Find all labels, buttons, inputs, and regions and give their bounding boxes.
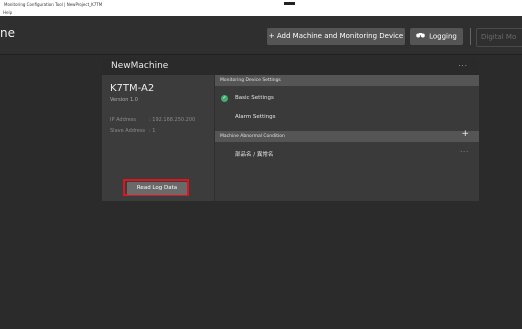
card-header: NewMachine ··· bbox=[102, 59, 478, 75]
basic-settings-item[interactable]: Basic Settings bbox=[235, 95, 274, 101]
machine-name: NewMachine bbox=[111, 61, 169, 71]
alarm-settings-item[interactable]: Alarm Settings bbox=[235, 114, 276, 120]
settings-panel: Monitoring Device Settings ✓ Basic Setti… bbox=[214, 75, 479, 201]
slave-address-label: Slave Address bbox=[110, 128, 146, 134]
abnormal-condition-title: Machine Abnormal Condition bbox=[220, 134, 285, 139]
monitoring-settings-title: Monitoring Device Settings bbox=[220, 78, 281, 83]
machine-card: NewMachine ··· K7TM-A2 Version 1.0 IP Ad… bbox=[102, 59, 479, 201]
machine-more-icon[interactable]: ··· bbox=[458, 62, 468, 70]
ip-address-label: IP Address bbox=[110, 117, 136, 123]
ip-address-value: : 192.168.250.200 bbox=[149, 117, 196, 123]
abnormal-condition-item[interactable]: 部品名 / 異常名 bbox=[235, 150, 273, 158]
window-title: Monitoring Configuration Tool | NewProje… bbox=[4, 2, 103, 7]
minimize-button[interactable] bbox=[284, 2, 295, 5]
add-machine-button[interactable]: + Add Machine and Monitoring Device bbox=[267, 28, 405, 45]
slave-address-value: : 1 bbox=[149, 128, 156, 134]
monitoring-settings-header: Monitoring Device Settings bbox=[215, 75, 479, 86]
ip-address-row: IP Address : 192.168.250.200 bbox=[110, 117, 195, 123]
device-model: K7TM-A2 bbox=[110, 83, 155, 94]
menu-bar: Help bbox=[0, 9, 522, 16]
abnormal-condition-header: Machine Abnormal Condition + bbox=[215, 129, 479, 142]
digital-monitor-button[interactable]: Digital Mo bbox=[476, 28, 522, 47]
logging-label: Logging bbox=[429, 32, 457, 41]
check-icon: ✓ bbox=[221, 95, 228, 102]
device-info-panel: K7TM-A2 Version 1.0 IP Address : 192.168… bbox=[102, 75, 214, 201]
read-log-data-button[interactable]: Read Log Data bbox=[127, 182, 187, 195]
slave-address-row: Slave Address : 1 bbox=[110, 128, 155, 134]
condition-more-icon[interactable]: ··· bbox=[460, 149, 469, 156]
device-version: Version 1.0 bbox=[110, 97, 138, 103]
menu-item-help[interactable]: Help bbox=[3, 9, 12, 16]
page-title: ne bbox=[0, 26, 15, 40]
binoculars-icon bbox=[416, 28, 425, 45]
add-condition-icon[interactable]: + bbox=[461, 129, 469, 140]
logging-button[interactable]: Logging bbox=[410, 28, 463, 45]
window-titlebar: Monitoring Configuration Tool | NewProje… bbox=[0, 0, 522, 9]
toolbar-divider bbox=[470, 28, 471, 45]
toolbar: ne + Add Machine and Monitoring Device L… bbox=[0, 16, 522, 55]
